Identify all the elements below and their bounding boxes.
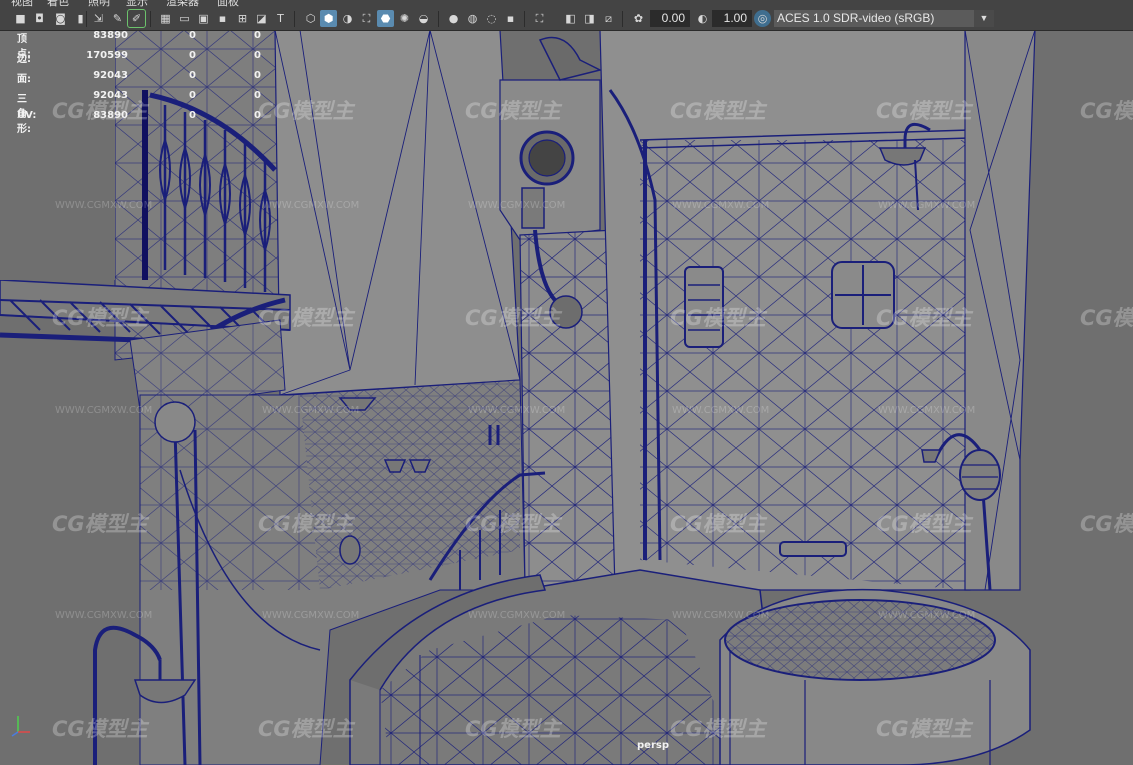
safe-action-icon[interactable]: ◪	[253, 10, 270, 27]
anti-aliasing-icon[interactable]: ◌	[483, 10, 500, 27]
all-lights-icon[interactable]: ✺	[396, 10, 413, 27]
menu-view[interactable]: 视图	[11, 0, 33, 8]
watermark-url: WWW.CGMXW.COM	[262, 200, 360, 211]
shadows-icon[interactable]: ◒	[415, 10, 432, 27]
central-wall	[274, 30, 521, 396]
watermark-logo: CG模型主	[465, 717, 561, 741]
depth-of-field-icon[interactable]: ▪	[502, 10, 519, 27]
watermark-logo: CG模型主	[876, 306, 972, 330]
scene-wireframe	[0, 30, 1133, 765]
watermark-logo: CG模型主	[258, 99, 354, 123]
watermark-url: WWW.CGMXW.COM	[672, 610, 770, 621]
camera-select-icon[interactable]: ■	[12, 10, 29, 27]
watermark-url: WWW.CGMXW.COM	[878, 610, 976, 621]
watermark-url: WWW.CGMXW.COM	[468, 200, 566, 211]
perspective-viewport[interactable]: CG模型主 CG模型主 CG模型主 CG模型主 CG模型主 CG模型主 CG模型…	[0, 30, 1133, 765]
panel-menu-bar: 视图 着色 照明 显示 渲染器 面板	[0, 0, 1133, 8]
textured-icon[interactable]: ⬣	[377, 10, 394, 27]
wall-grate	[779, 541, 847, 557]
menu-lighting[interactable]: 照明	[88, 0, 110, 8]
watermark-logo: CG模型主	[1080, 99, 1133, 123]
watermark-url: WWW.CGMXW.COM	[878, 200, 976, 211]
watermark-logo: CG模型主	[876, 512, 972, 536]
exposure-icon[interactable]: ✿	[630, 10, 647, 27]
view-transform-select[interactable]: ACES 1.0 SDR-video (sRGB) ▼	[774, 10, 994, 27]
film-gate-icon[interactable]: ▭	[176, 10, 193, 27]
watermark-logo: CG模型主	[670, 717, 766, 741]
xray-icon[interactable]: ◧	[562, 10, 579, 27]
motion-blur-icon[interactable]: ◍	[464, 10, 481, 27]
camera-attributes-icon[interactable]: ◘	[31, 10, 48, 27]
2d-pan-zoom-icon[interactable]: ⇲	[90, 10, 107, 27]
watermark-logo: CG模型主	[52, 512, 148, 536]
watermark-url: WWW.CGMXW.COM	[262, 405, 360, 416]
watermark-logo: CG模型主	[670, 306, 766, 330]
grease-pencil-icon[interactable]: ✎	[109, 10, 126, 27]
field-chart-icon[interactable]: ⊞	[234, 10, 251, 27]
gamma-field[interactable]: 1.00	[712, 10, 752, 27]
wireframe-icon[interactable]: ⬡	[302, 10, 319, 27]
menu-show[interactable]: 显示	[126, 0, 148, 8]
watermark-url: WWW.CGMXW.COM	[55, 200, 153, 211]
exposure-field[interactable]: 0.00	[650, 10, 690, 27]
view-transform-value: ACES 1.0 SDR-video (sRGB)	[777, 11, 935, 25]
watermark-url: WWW.CGMXW.COM	[672, 200, 770, 211]
watermark-url: WWW.CGMXW.COM	[262, 610, 360, 621]
watermark-logo: CG模型主	[670, 99, 766, 123]
watermark-url: WWW.CGMXW.COM	[468, 405, 566, 416]
safe-title-icon[interactable]: T	[272, 10, 289, 27]
watermark-logo: CG模型主	[876, 99, 972, 123]
watermark-url: WWW.CGMXW.COM	[672, 405, 770, 416]
xray-joints-icon[interactable]: ◨	[581, 10, 598, 27]
grid-icon[interactable]: ▦	[157, 10, 174, 27]
watermark-logo: CG模型主	[465, 306, 561, 330]
menu-panels[interactable]: 面板	[217, 0, 239, 8]
default-material-icon[interactable]: ◑	[339, 10, 356, 27]
menu-shading[interactable]: 着色	[47, 0, 69, 8]
watermark-logo: CG模型主	[52, 717, 148, 741]
watermark-url: WWW.CGMXW.COM	[55, 610, 153, 621]
xray-components-icon[interactable]: ⧄	[600, 10, 617, 27]
watermark-url: WWW.CGMXW.COM	[468, 610, 566, 621]
watermark-url: WWW.CGMXW.COM	[55, 405, 153, 416]
panel-toolbar: ■ ◘ ◙ ▮ ⇲ ✎ ✐ ▦ ▭ ▣ ▪ ⊞ ◪ T ⬡ ⬢ ◑ ⛶ ⬣ ✺ …	[0, 8, 1133, 31]
watermark-logo: CG模型主	[670, 512, 766, 536]
watermark-logo: CG模型主	[1080, 306, 1133, 330]
resolution-gate-icon[interactable]: ▣	[195, 10, 212, 27]
gate-mask-icon[interactable]: ▪	[214, 10, 231, 27]
screen-space-ao-icon[interactable]: ●	[445, 10, 462, 27]
menu-renderer[interactable]: 渲染器	[166, 0, 199, 8]
grease-pencil-active-icon[interactable]: ✐	[127, 9, 146, 28]
watermark-logo: CG模型主	[52, 306, 148, 330]
watermark-logo: CG模型主	[1080, 512, 1133, 536]
watermark-logo: CG模型主	[258, 306, 354, 330]
isolate-select-icon[interactable]: ⛶	[531, 10, 548, 27]
watermark-logo: CG模型主	[876, 717, 972, 741]
color-management-icon[interactable]: ◎	[754, 10, 771, 27]
watermark-logo: CG模型主	[465, 512, 561, 536]
camera-name-label: persp	[637, 740, 669, 751]
chevron-down-icon: ▼	[974, 10, 994, 27]
watermark-logo: CG模型主	[465, 99, 561, 123]
gamma-icon[interactable]: ◐	[694, 10, 711, 27]
bookmark-icon[interactable]: ◙	[52, 10, 69, 27]
smooth-shade-icon[interactable]: ⬢	[320, 10, 337, 27]
watermark-logo: CG模型主	[258, 717, 354, 741]
wireframe-on-shaded-icon[interactable]: ⛶	[358, 10, 375, 27]
axis-gizmo-icon	[11, 716, 30, 737]
watermark-url: WWW.CGMXW.COM	[878, 405, 976, 416]
watermark-logo: CG模型主	[258, 512, 354, 536]
